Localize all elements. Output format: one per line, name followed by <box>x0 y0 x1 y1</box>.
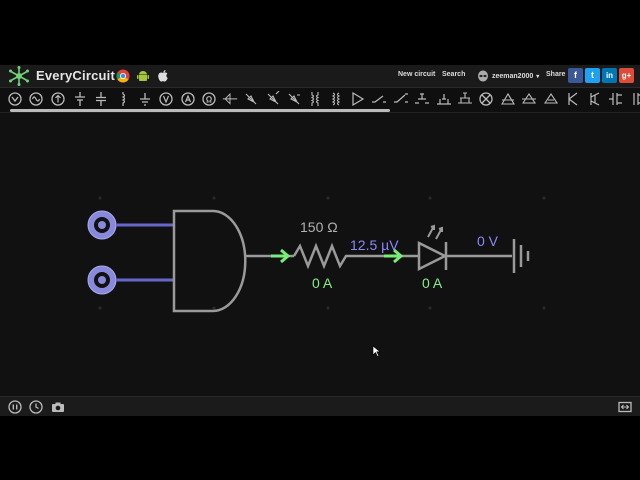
led-current-label: 0 A <box>422 275 443 291</box>
logic-input-b[interactable] <box>87 265 117 295</box>
inductor-icon[interactable] <box>115 91 131 107</box>
android-icon[interactable] <box>136 69 150 83</box>
ammeter-icon[interactable] <box>180 91 196 107</box>
logic-input-a[interactable] <box>87 210 117 240</box>
clock-icon[interactable] <box>29 400 43 414</box>
spdt-switch-icon[interactable] <box>393 91 409 107</box>
node-voltage-label: 12.5 µV <box>350 237 399 253</box>
ohmmeter-icon[interactable] <box>201 91 217 107</box>
and-gate[interactable] <box>172 209 247 313</box>
resistor[interactable] <box>292 242 352 270</box>
linkedin-share-button[interactable]: in <box>602 68 617 83</box>
battery-icon[interactable] <box>72 91 88 107</box>
relay-icon[interactable] <box>436 91 452 107</box>
resistor-value-label: 150 Ω <box>300 219 338 235</box>
op-amp-icon[interactable] <box>350 91 366 107</box>
led[interactable] <box>417 224 448 272</box>
pause-icon[interactable] <box>8 400 22 414</box>
twitter-share-button[interactable]: t <box>585 68 600 83</box>
zener-diode-icon[interactable] <box>243 91 259 107</box>
facebook-share-button[interactable]: f <box>568 68 583 83</box>
simulation-controls <box>0 396 640 416</box>
voltage-source-icon[interactable] <box>50 91 66 107</box>
everycircuit-app: EveryCircuit New circuit Search zeeman20… <box>0 65 640 416</box>
pnp-transistor-icon[interactable] <box>543 91 559 107</box>
jfet-icon[interactable] <box>608 91 624 107</box>
current-source-icon[interactable] <box>7 91 23 107</box>
capacitor-icon[interactable] <box>93 91 109 107</box>
speaker-icon[interactable] <box>500 91 516 107</box>
toolbar-scrollbar[interactable] <box>10 109 390 112</box>
search-link[interactable]: Search <box>442 71 465 78</box>
mouse-cursor-icon <box>372 345 381 357</box>
app-header: EveryCircuit New circuit Search zeeman20… <box>0 65 640 88</box>
ground-symbol[interactable] <box>512 239 530 273</box>
push-button-icon[interactable] <box>414 91 430 107</box>
resistor-current-label: 0 A <box>312 275 333 291</box>
circuit-canvas[interactable]: 150 Ω 12.5 µV 0 A 0 A 0 V <box>0 113 640 395</box>
user-menu[interactable]: zeeman2000 ▾ <box>477 68 539 84</box>
googleplus-share-button[interactable]: g+ <box>619 68 634 83</box>
brand-name[interactable]: EveryCircuit <box>36 68 115 83</box>
circuit-drawing: 150 Ω 12.5 µV 0 A 0 A 0 V <box>87 196 546 357</box>
ac-source-icon[interactable] <box>28 91 44 107</box>
user-avatar-icon <box>478 70 488 82</box>
lamp-icon[interactable] <box>478 91 494 107</box>
coupled-inductor-icon[interactable] <box>328 91 344 107</box>
chrome-icon[interactable] <box>116 69 130 83</box>
toggle-panel-icon[interactable] <box>618 400 632 414</box>
camera-icon[interactable] <box>51 400 65 414</box>
led-icon[interactable] <box>265 91 281 107</box>
everycircuit-logo-icon[interactable] <box>8 66 30 86</box>
npn-transistor-icon[interactable] <box>521 91 537 107</box>
voltmeter-icon[interactable] <box>158 91 174 107</box>
ground-voltage-label: 0 V <box>477 233 499 249</box>
username: zeeman2000 <box>492 72 534 80</box>
current-arrow-1-icon <box>271 248 291 264</box>
grid-dots <box>98 196 546 310</box>
diode-icon[interactable] <box>222 91 238 107</box>
nmos-icon[interactable] <box>564 91 580 107</box>
ground-icon[interactable] <box>137 91 153 107</box>
photodiode-icon[interactable] <box>286 91 302 107</box>
pmos-icon[interactable] <box>586 91 602 107</box>
chevron-down-icon: ▾ <box>536 73 540 80</box>
new-circuit-link[interactable]: New circuit <box>398 71 435 78</box>
apple-icon[interactable] <box>156 69 170 83</box>
potentiometer-icon[interactable] <box>457 91 473 107</box>
depletion-mosfet-icon[interactable] <box>629 91 640 107</box>
transformer-icon[interactable] <box>307 91 323 107</box>
share-label: Share <box>546 71 566 78</box>
switch-icon[interactable] <box>371 91 387 107</box>
component-toolbar <box>0 88 640 113</box>
